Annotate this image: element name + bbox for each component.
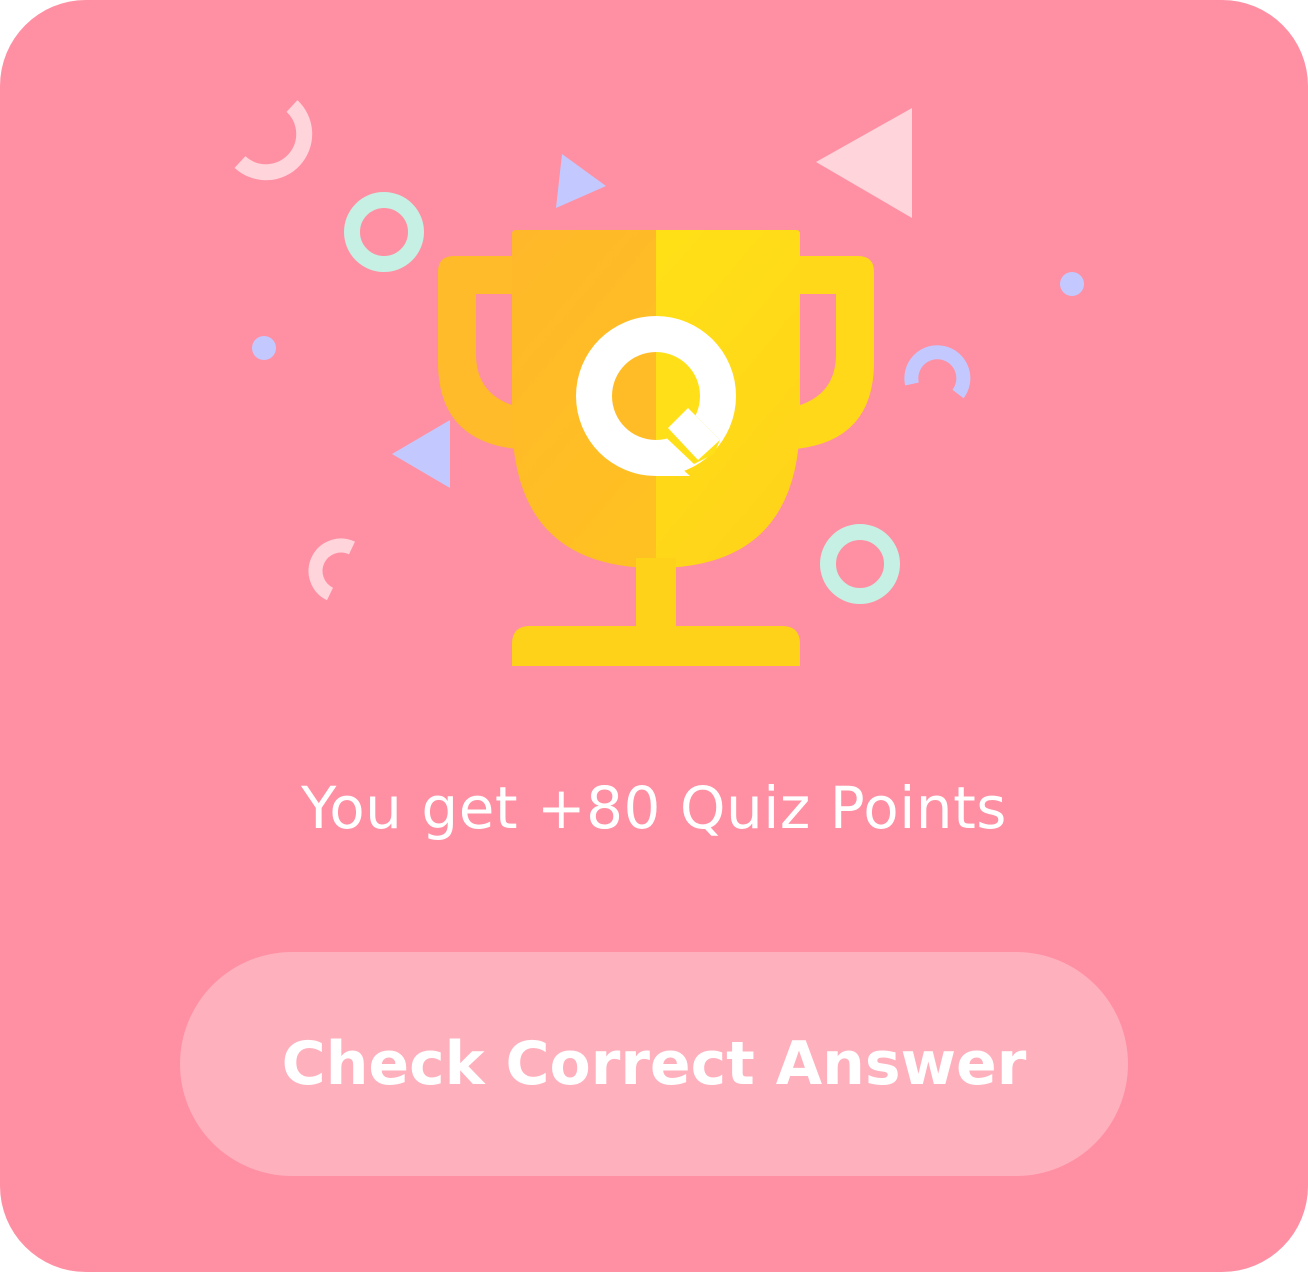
points-message: You get +80 Quiz Points bbox=[300, 774, 1008, 842]
confetti-lavender-dot-icon bbox=[252, 336, 276, 360]
quiz-result-card: You get +80 Quiz Points Check Correct An… bbox=[0, 0, 1308, 1272]
q-emblem-icon bbox=[576, 316, 736, 476]
confetti-pink-triangle-icon bbox=[816, 108, 912, 218]
confetti-lavender-dot-icon bbox=[1060, 272, 1084, 296]
confetti-lavender-triangle-icon bbox=[556, 154, 606, 208]
confetti-mint-ring-icon bbox=[344, 192, 424, 272]
confetti-lavender-arc-icon bbox=[904, 345, 971, 399]
confetti-pink-arc-icon bbox=[234, 100, 313, 181]
confetti-pink-arc-icon bbox=[308, 538, 356, 601]
trophy-icon bbox=[438, 230, 874, 666]
check-correct-answer-button[interactable]: Check Correct Answer bbox=[180, 952, 1128, 1176]
